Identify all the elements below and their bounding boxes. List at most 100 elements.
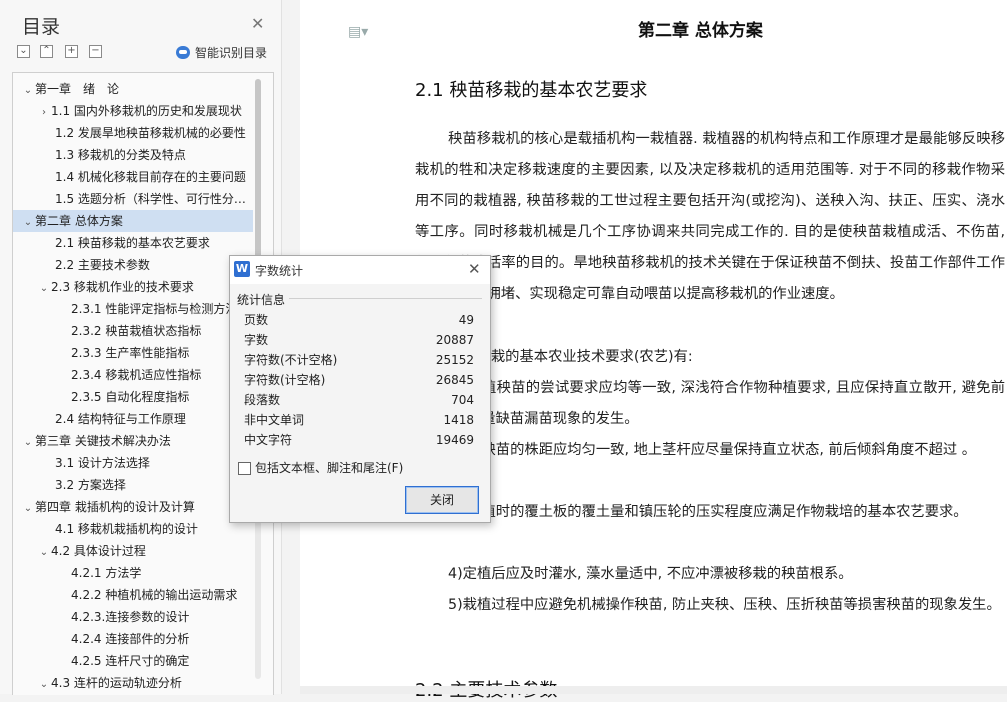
toc-item[interactable]: ⌄ 4.2 具体设计过程: [13, 540, 253, 562]
toc-item-label: 4.2 具体设计过程: [51, 544, 146, 558]
toc-item[interactable]: 2.3.2 秧苗栽植状态指标: [13, 320, 253, 342]
stat-label: 页数: [244, 313, 269, 327]
toc-item[interactable]: 4.2.5 连杆尺寸的确定: [13, 650, 253, 672]
stat-value: 19469: [435, 433, 474, 447]
toc-item[interactable]: 2.3.3 生产率性能指标: [13, 342, 253, 364]
toc-item-label: 4.2.2 种植机械的输出运动需求: [71, 588, 238, 602]
chevron-down-icon[interactable]: ⌄: [37, 542, 51, 562]
toc-item[interactable]: 1.2 发展旱地秧苗移栽机械的必要性: [13, 122, 253, 144]
toc-item-label: 4.2.5 连杆尺寸的确定: [71, 654, 190, 668]
toc-item-label: 2.3.3 生产率性能指标: [71, 346, 190, 360]
list-item: 4)定植后应及时灌水, 藻水量适中, 不应冲漂被移栽的秧苗根系。: [448, 566, 853, 582]
dialog-title: 字数统计: [255, 264, 304, 278]
expand-all-icon[interactable]: ⌄: [17, 45, 30, 58]
toc-item-label: 2.2 主要技术参数: [55, 258, 150, 272]
toc-item-label: 4.2.3.连接参数的设计: [71, 610, 190, 624]
document-icon[interactable]: ▤▾: [348, 24, 368, 40]
stat-label: 非中文单词: [244, 413, 305, 427]
stats-group-label: 统计信息: [237, 293, 286, 307]
collapse-all-icon[interactable]: ⌃: [40, 45, 53, 58]
toc-item-label: 1.3 移栽机的分类及特点: [55, 148, 186, 162]
section-title: 2.1 秧苗移栽的基本农艺要求: [415, 80, 648, 101]
stat-row: 字符数(计空格) 26845: [244, 370, 474, 390]
toc-item-label: 1.1 国内外移栽机的历史和发展现状: [51, 104, 242, 118]
toc-item-label: 1.2 发展旱地秧苗移栽机械的必要性: [55, 126, 246, 140]
stat-label: 字符数(不计空格): [244, 353, 338, 367]
stat-row: 字符数(不计空格) 25152: [244, 350, 474, 370]
checkbox-label[interactable]: 包括文本框、脚注和尾注(F): [255, 459, 403, 476]
toc-item[interactable]: ⌄ 4.3 连杆的运动轨迹分析: [13, 672, 253, 694]
toc-item-label: 4.1 移栽机栽插机构的设计: [55, 522, 198, 536]
smart-recognize-button[interactable]: 智能识别目录: [176, 44, 267, 61]
add-icon[interactable]: +: [65, 45, 78, 58]
stat-label: 段落数: [244, 393, 281, 407]
chevron-down-icon[interactable]: ⌄: [21, 80, 35, 100]
toc-item-label: 1.4 机械化移栽目前存在的主要问题: [55, 170, 246, 184]
toc-item[interactable]: 2.3.4 移栽机适应性指标: [13, 364, 253, 386]
stat-row: 字数 20887: [244, 330, 474, 350]
include-textbox-footnotes-checkbox[interactable]: [238, 462, 251, 475]
toc-item-label: 4.2.4 连接部件的分析: [71, 632, 190, 646]
toc-item[interactable]: 2.3.1 性能评定指标与检测方法: [13, 298, 253, 320]
remove-icon[interactable]: −: [89, 45, 102, 58]
toc-item-label: 第四章 栽插机构的设计及计算: [35, 500, 195, 514]
stat-row: 页数 49: [244, 310, 474, 330]
toc-item[interactable]: › 1.1 国内外移栽机的历史和发展现状: [13, 100, 253, 122]
toc-item[interactable]: 4.2.2 种植机械的输出运动需求: [13, 584, 253, 606]
stat-value: 704: [451, 393, 474, 407]
toc-item-label: 4.3 连杆的运动轨迹分析: [51, 676, 182, 690]
toc-item-label: 2.3.2 秧苗栽植状态指标: [71, 324, 202, 338]
toc-item[interactable]: ⌄ 第一章 绪 论: [13, 78, 253, 100]
toc-item[interactable]: 3.1 设计方法选择: [13, 452, 253, 474]
stat-label: 字数: [244, 333, 269, 347]
chevron-down-icon[interactable]: ⌄: [21, 212, 35, 232]
chevron-down-icon[interactable]: ⌄: [21, 498, 35, 518]
list-item: 2) 栽秧苗的株距应均匀一致, 地上茎杆应尽量保持直立状态, 前后倾斜角度不超过…: [448, 442, 977, 458]
smart-recognize-label: 智能识别目录: [195, 46, 268, 60]
toc-item[interactable]: 2.2 主要技术参数: [13, 254, 253, 276]
stat-label: 中文字符: [244, 433, 293, 447]
toc-item[interactable]: 2.1 秧苗移栽的基本农艺要求: [13, 232, 253, 254]
toc-item[interactable]: 1.5 选题分析（科学性、可行性分析）: [13, 188, 253, 210]
toc-item-selected[interactable]: ⌄ 第二章 总体方案: [13, 210, 253, 232]
toc-item[interactable]: 4.2.1 方法学: [13, 562, 253, 584]
chevron-down-icon[interactable]: ⌄: [21, 432, 35, 452]
horizontal-scrollbar[interactable]: [300, 686, 1007, 694]
toc-item-label: 第三章 关键技术解决办法: [35, 434, 171, 448]
stat-value: 49: [458, 313, 474, 327]
close-icon[interactable]: ✕: [468, 260, 481, 278]
toc-item[interactable]: ⌄ 第三章 关键技术解决办法: [13, 430, 253, 452]
toc-item-label: 2.4 结构特征与工作原理: [55, 412, 186, 426]
chevron-down-icon[interactable]: ⌄: [37, 674, 51, 694]
toc-item[interactable]: 4.2.4 连接部件的分析: [13, 628, 253, 650]
stat-value: 1418: [443, 413, 474, 427]
toc-item[interactable]: 2.4 结构特征与工作原理: [13, 408, 253, 430]
toc-item[interactable]: ⌄ 第四章 栽插机构的设计及计算: [13, 496, 253, 518]
toc-item-label: 1.5 选题分析（科学性、可行性分析）: [55, 192, 253, 206]
chapter-title: 第二章 总体方案: [638, 21, 763, 41]
toc-item-label: 2.3 移栽机作业的技术要求: [51, 280, 194, 294]
list-item: 5)栽植过程中应避免机械操作秧苗, 防止夹秧、压秧、压折秧苗等损害秧苗的现象发生…: [448, 597, 1001, 613]
list-item: 1) 栽植秧苗的尝试要求应均等一致, 深浅符合作物种植要求, 且应保持直立散开,…: [415, 380, 1005, 427]
toc-title: 目录: [22, 16, 61, 38]
dialog-titlebar[interactable]: W 字数统计 ✕: [230, 256, 490, 284]
toc-item[interactable]: 2.3.5 自动化程度指标: [13, 386, 253, 408]
wps-logo-icon: W: [234, 261, 250, 277]
stat-value: 26845: [435, 373, 474, 387]
toc-item-label: 2.3.5 自动化程度指标: [71, 390, 190, 404]
toc-item-label: 2.1 秧苗移栽的基本农艺要求: [55, 236, 210, 250]
toc-item[interactable]: 3.2 方案选择: [13, 474, 253, 496]
toc-item[interactable]: 1.3 移栽机的分类及特点: [13, 144, 253, 166]
toc-item[interactable]: 4.2.3.连接参数的设计: [13, 606, 253, 628]
close-icon[interactable]: ✕: [251, 14, 264, 33]
stat-row: 段落数 704: [244, 390, 474, 410]
toc-item[interactable]: 1.4 机械化移栽目前存在的主要问题: [13, 166, 253, 188]
stat-row: 中文字符 19469: [244, 430, 474, 450]
word-count-dialog: W 字数统计 ✕ 统计信息 页数 49 字数 20887 字符数(不计空格) 2515…: [229, 255, 491, 523]
toc-item[interactable]: ⌄ 2.3 移栽机作业的技术要求: [13, 276, 253, 298]
close-button[interactable]: 关闭: [405, 486, 479, 514]
toc-item[interactable]: 4.1 移栽机栽插机构的设计: [13, 518, 253, 540]
toc-item-label: 2.3.1 性能评定指标与检测方法: [71, 302, 238, 316]
chevron-down-icon[interactable]: ⌄: [37, 278, 51, 298]
chevron-right-icon[interactable]: ›: [37, 102, 51, 122]
